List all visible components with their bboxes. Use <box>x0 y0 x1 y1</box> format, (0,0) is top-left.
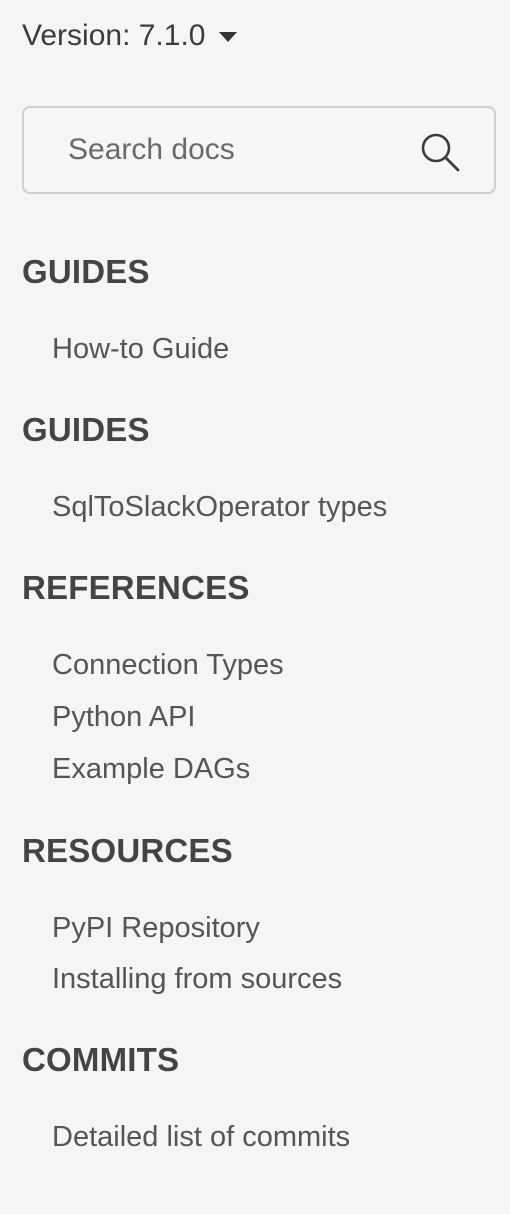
nav-link-installing-from-sources[interactable]: Installing from sources <box>52 963 342 996</box>
section-title-references: REFERENCES <box>22 569 250 606</box>
nav-link-sqltoslackoperator-types[interactable]: SqlToSlackOperator types <box>52 491 387 524</box>
nav-link-how-to-guide[interactable]: How-to Guide <box>52 333 229 366</box>
nav-link-example-dags[interactable]: Example DAGs <box>52 753 250 786</box>
caret-down-icon <box>219 32 238 42</box>
docs-sidebar: Version: 7.1.0 GUIDES How-to Guide GUIDE… <box>0 0 510 1214</box>
section-title-guides-2: GUIDES <box>22 411 150 448</box>
version-label: Version: 7.1.0 <box>22 19 206 52</box>
nav-link-pypi-repository[interactable]: PyPI Repository <box>52 912 260 945</box>
section-title-commits: COMMITS <box>22 1041 180 1078</box>
section-title-guides: GUIDES <box>22 253 150 290</box>
search-icon[interactable] <box>418 130 462 174</box>
nav-link-connection-types[interactable]: Connection Types <box>52 649 284 682</box>
section-title-resources: RESOURCES <box>22 832 233 869</box>
version-selector[interactable]: Version: 7.1.0 <box>22 14 238 58</box>
search-box[interactable] <box>22 106 496 194</box>
nav-link-python-api[interactable]: Python API <box>52 701 196 734</box>
nav-link-detailed-list-of-commits[interactable]: Detailed list of commits <box>52 1121 350 1154</box>
search-input[interactable] <box>68 124 398 176</box>
